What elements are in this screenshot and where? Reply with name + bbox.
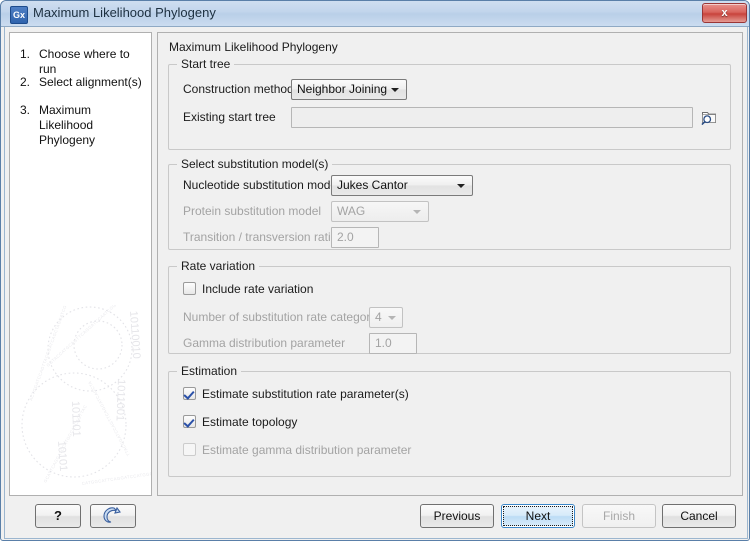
include-rate-variation-label: Include rate variation <box>202 282 314 296</box>
magic-wand-icon <box>103 506 121 523</box>
svg-text:CATGGCATTCAGGATCCATGGCATCAG: CATGGCATTCAGGATCCATGGCATCAG <box>81 469 152 486</box>
group-substitution-models: Select substitution model(s) Nucleotide … <box>168 157 731 250</box>
construction-method-value: Neighbor Joining <box>297 82 388 96</box>
protein-substitution-model-combobox: WAG <box>331 201 429 222</box>
dialog-button-bar: ? Previous Next Finish Cancel <box>9 500 743 534</box>
cancel-button[interactable]: Cancel <box>662 504 736 528</box>
dialog-window: Gx Maximum Likelihood Phylogeny x 1. Cho… <box>0 0 750 541</box>
gamma-distribution-parameter-input: 1.0 <box>369 333 417 354</box>
transition-transversion-ratio-value: 2.0 <box>337 230 354 244</box>
estimate-substitution-rate-label: Estimate substitution rate parameter(s) <box>202 387 409 401</box>
chevron-down-icon <box>391 88 399 92</box>
group-rate-variation: Rate variation Include rate variation Nu… <box>168 259 731 354</box>
label-existing-start-tree: Existing start tree <box>183 110 276 124</box>
chevron-down-icon <box>413 210 421 214</box>
sidebar-item-select-alignments[interactable]: 2. Select alignment(s) <box>20 75 146 90</box>
step-number: 1. <box>20 47 31 61</box>
svg-text:101101: 101101 <box>69 401 82 437</box>
title-bar: Gx Maximum Likelihood Phylogeny x <box>1 1 749 27</box>
construction-method-combobox[interactable]: Neighbor Joining <box>291 79 407 100</box>
app-icon: Gx <box>10 6 28 24</box>
browse-start-tree-button[interactable] <box>699 107 719 127</box>
rate-categories-spinner: 4 <box>369 307 403 328</box>
nucleotide-substitution-model-value: Jukes Cantor <box>337 178 408 192</box>
nucleotide-substitution-model-combobox[interactable]: Jukes Cantor <box>331 175 473 196</box>
group-title-rate-variation: Rate variation <box>177 259 260 273</box>
rate-categories-value: 4 <box>375 310 382 324</box>
sidebar-item-choose-where-to-run[interactable]: 1. Choose where to run <box>20 47 146 77</box>
label-construction-method: Construction method <box>183 82 294 96</box>
existing-start-tree-input[interactable] <box>291 107 693 128</box>
previous-button[interactable]: Previous <box>420 504 494 528</box>
cancel-button-label: Cancel <box>680 509 718 523</box>
label-nucleotide-substitution-model: Nucleotide substitution model <box>183 178 340 192</box>
help-button[interactable]: ? <box>35 504 81 528</box>
page-title: Maximum Likelihood Phylogeny <box>169 40 338 54</box>
estimate-topology-checkbox[interactable] <box>183 415 196 428</box>
group-title-start-tree: Start tree <box>177 57 235 71</box>
svg-text:1011001: 1011001 <box>114 379 127 421</box>
sidebar-item-maximum-likelihood-phylogeny[interactable]: 3. Maximum Likelihood Phylogeny <box>20 103 146 148</box>
group-title-estimation: Estimation <box>177 364 242 378</box>
group-start-tree: Start tree Construction method Neighbor … <box>168 57 731 150</box>
label-transition-transversion-ratio: Transition / transversion ratio <box>183 230 338 244</box>
group-estimation: Estimation Estimate substitution rate pa… <box>168 364 731 477</box>
svg-text:GCATTCAGGATCCATGGCATCAGTTAC: GCATTCAGGATCCATGGCATCAGTTAC <box>42 404 87 484</box>
label-rate-categories: Number of substitution rate categories <box>183 310 386 324</box>
estimate-topology-label: Estimate topology <box>202 415 298 429</box>
finish-button-label: Finish <box>602 509 635 523</box>
binary-helix-watermark-icon: 10110010 1011001 101101 10101 ACTGGATCCA… <box>21 305 152 486</box>
folder-search-icon <box>701 112 716 125</box>
estimate-gamma-checkbox <box>183 443 196 456</box>
options-panel: Maximum Likelihood Phylogeny Start tree … <box>157 32 743 496</box>
transition-transversion-ratio-input: 2.0 <box>331 227 379 248</box>
svg-text:GGTACCATGCAGTTCAGGATCCAATCGGTA: GGTACCATGCAGTTCAGGATCCAATCGGTA <box>45 305 121 368</box>
chevron-down-icon <box>388 316 396 320</box>
dialog-content: 1. Choose where to run 2. Select alignme… <box>9 32 743 496</box>
group-title-substitution: Select substitution model(s) <box>177 157 333 171</box>
window-title: Maximum Likelihood Phylogeny <box>33 5 216 20</box>
step-label: Maximum Likelihood Phylogeny <box>39 103 96 147</box>
finish-button: Finish <box>582 504 656 528</box>
wizard-steps-panel: 1. Choose where to run 2. Select alignme… <box>9 32 152 496</box>
chevron-down-icon <box>457 184 465 188</box>
include-rate-variation-checkbox[interactable] <box>183 282 196 295</box>
wizard-wand-button[interactable] <box>90 504 136 528</box>
svg-text:ACTGGATCCAGTTACGGATCAGCTAGCATC: ACTGGATCCAGTTACGGATCAGCTAGCATCG <box>28 305 67 401</box>
question-mark-icon: ? <box>54 508 62 523</box>
next-button[interactable]: Next <box>501 504 575 528</box>
svg-text:10110010: 10110010 <box>127 310 142 359</box>
step-number: 3. <box>20 103 31 117</box>
close-button[interactable]: x <box>702 3 747 23</box>
next-button-label: Next <box>525 509 551 523</box>
protein-substitution-model-value: WAG <box>337 204 366 218</box>
svg-text:10101: 10101 <box>55 440 69 471</box>
svg-text:TTACGGATCCAGTTCAGGATCAGCTA: TTACGGATCCAGTTCAGGATCAGCTA <box>87 380 131 457</box>
estimate-gamma-label: Estimate gamma distribution parameter <box>202 443 412 457</box>
estimate-substitution-rate-checkbox[interactable] <box>183 387 196 400</box>
gamma-distribution-parameter-value: 1.0 <box>375 336 392 350</box>
label-gamma-distribution-parameter: Gamma distribution parameter <box>183 336 346 350</box>
previous-button-label: Previous <box>433 509 481 523</box>
label-protein-substitution-model: Protein substitution model <box>183 204 322 218</box>
step-number: 2. <box>20 75 31 89</box>
close-icon: x <box>721 7 728 19</box>
step-label: Choose where to run <box>39 47 130 76</box>
step-label: Select alignment(s) <box>39 75 142 89</box>
